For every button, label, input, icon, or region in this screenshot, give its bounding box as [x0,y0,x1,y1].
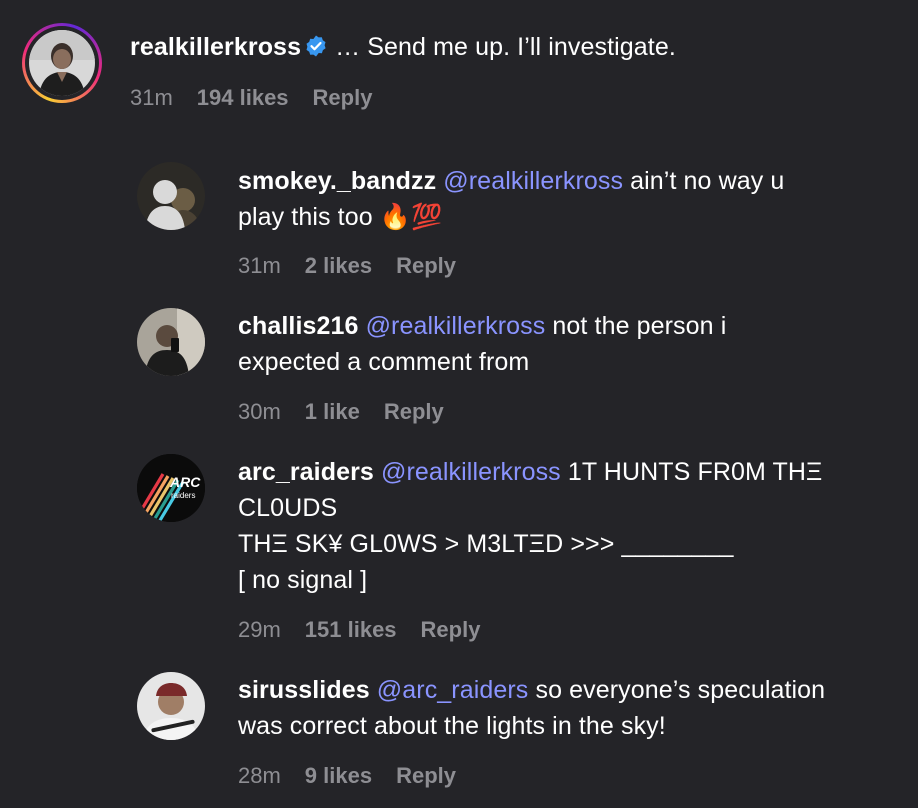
comment-text-line-1: not the person i [552,312,727,340]
comment-meta: 31m 2 likes Reply [238,253,456,279]
svg-text:ARC: ARC [169,474,201,490]
mention-link[interactable]: @realkillerkross [366,312,546,340]
comment-body: sirusslides @arc_raiders so everyone’s s… [238,672,825,744]
avatar[interactable] [137,162,205,230]
mention-link[interactable]: @realkillerkross [443,167,623,195]
comment-meta: 30m 1 like Reply [238,399,444,425]
timestamp: 29m [238,617,281,642]
username-link[interactable]: smokey._bandzz [238,167,436,195]
likes-count[interactable]: 194 likes [197,85,289,111]
profile-photo-cap-icon [137,672,205,740]
comment-text-line-1: so everyone’s speculation [535,676,826,704]
reply-button[interactable]: Reply [396,253,456,279]
username-link[interactable]: realkillerkross [130,33,301,61]
comment-meta: 28m 9 likes Reply [238,763,456,789]
likes-count[interactable]: 1 like [305,399,360,425]
comment-text: … Send me up. I’ll investigate. [335,33,676,61]
reply-button[interactable]: Reply [313,85,373,111]
comment-text-line-1: 1T HUNTS FR0M THΞ [567,458,823,486]
username-link[interactable]: arc_raiders [238,458,374,486]
likes-count[interactable]: 9 likes [305,763,372,789]
comment-text-line-2: was correct about the lights in the sky! [238,712,666,740]
reply-challis216: challis216 @realkillerkross not the pers… [0,296,918,436]
reply-button[interactable]: Reply [396,763,456,789]
reply-sirusslides: sirusslides @arc_raiders so everyone’s s… [0,660,918,808]
comment-text-line-2: play this too 🔥💯 [238,203,443,231]
likes-count[interactable]: 151 likes [305,617,397,643]
comment-body: challis216 @realkillerkross not the pers… [238,308,726,380]
verified-badge-icon [304,34,328,58]
timestamp: 28m [238,763,281,788]
comment-meta: 31m 194 likes Reply [130,85,372,111]
comment-text-line-2: CL0UDS [238,494,338,522]
comment-meta: 29m 151 likes Reply [238,617,480,643]
mention-link[interactable]: @realkillerkross [381,458,561,486]
avatar-story-ring[interactable] [22,23,102,103]
reply-button[interactable]: Reply [421,617,481,643]
comment-text-line-1: ain’t no way u [630,167,785,195]
reply-button[interactable]: Reply [384,399,444,425]
comment-text-line-3: THΞ SK¥ GL0WS > M3LTΞD >>> ________ [238,530,734,558]
comment-text-line-2: expected a comment from [238,348,530,376]
svg-text:raiders: raiders [171,491,195,500]
profile-photo-dark-icon [137,162,205,230]
comment-body: smokey._bandzz @realkillerkross ain’t no… [238,163,784,235]
comment-body: realkillerkross … Send me up. I’ll inves… [130,29,676,65]
username-link[interactable]: challis216 [238,312,359,340]
reply-arc-raiders: ARC raiders arc_raiders @realkillerkross… [0,442,918,652]
likes-count[interactable]: 2 likes [305,253,372,279]
mention-link[interactable]: @arc_raiders [377,676,529,704]
timestamp: 31m [238,253,281,278]
arc-raiders-logo-icon: ARC raiders [137,454,205,522]
username-link[interactable]: sirusslides [238,676,370,704]
avatar[interactable] [137,672,205,740]
comment-realkillerkross: realkillerkross … Send me up. I’ll inves… [0,0,918,130]
profile-photo-man-icon [29,30,95,96]
reply-smokey-bandzz: smokey._bandzz @realkillerkross ain’t no… [0,150,918,290]
comment-text-line-4: [ no signal ] [238,566,368,594]
profile-photo-selfie-icon [137,308,205,376]
avatar[interactable]: ARC raiders [137,454,205,522]
comment-body: arc_raiders @realkillerkross 1T HUNTS FR… [238,454,822,598]
timestamp: 30m [238,399,281,424]
timestamp: 31m [130,85,173,110]
avatar[interactable] [137,308,205,376]
